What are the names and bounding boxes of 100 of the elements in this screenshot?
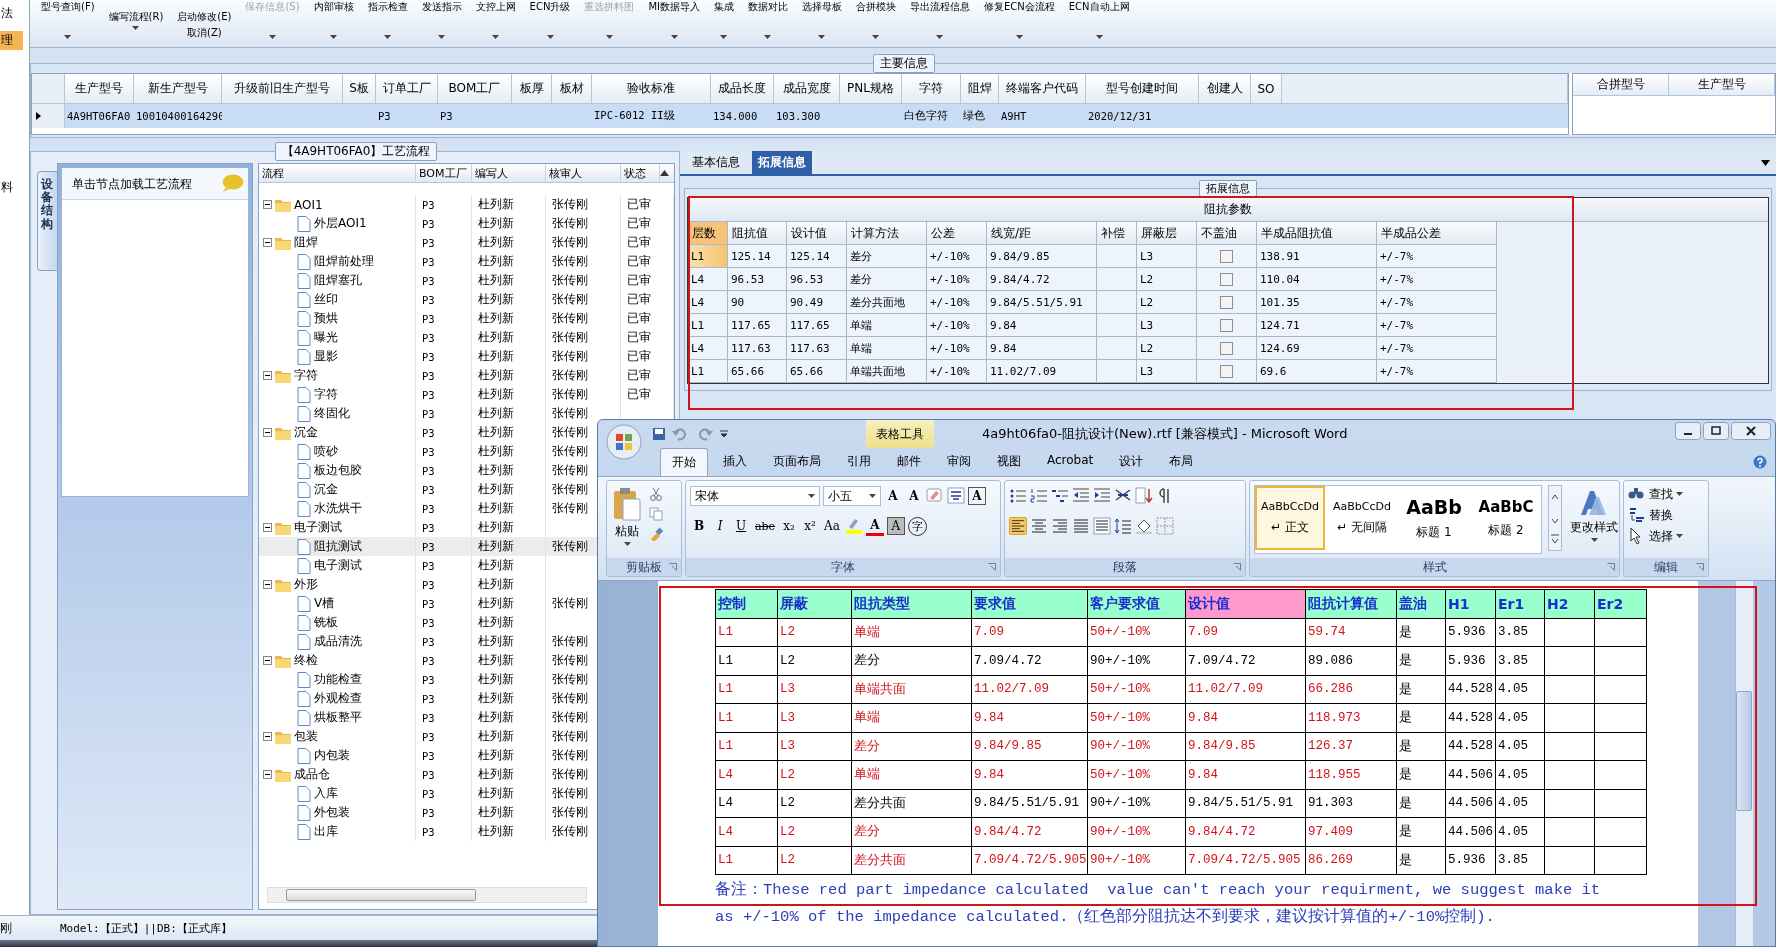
checkbox[interactable] xyxy=(1220,364,1233,378)
tab[interactable]: 拓展信息 xyxy=(752,151,812,174)
ribbon-tab[interactable]: 视图 xyxy=(986,448,1032,476)
superscript-button[interactable]: x² xyxy=(801,516,820,536)
toolbar-button[interactable]: 数据对比 xyxy=(747,0,788,14)
dropdown-arrow-icon[interactable] xyxy=(384,35,392,39)
justify-icon[interactable] xyxy=(1072,517,1090,535)
sidebar-item[interactable]: 理 xyxy=(0,31,23,50)
dropdown-arrow-icon[interactable] xyxy=(546,35,554,39)
ribbon-tab[interactable]: 设计 xyxy=(1108,448,1155,476)
tab[interactable]: 基本信息 xyxy=(686,151,746,174)
column-header[interactable]: 补偿 xyxy=(1097,222,1137,245)
phonetic-guide-icon[interactable] xyxy=(947,487,965,505)
toolbar-button[interactable]: 指示检查 xyxy=(367,0,408,14)
tree-node-label[interactable]: 内包装 xyxy=(314,747,350,764)
tree-node-label[interactable]: 外形 xyxy=(294,576,318,593)
dialog-launcher-icon[interactable] xyxy=(669,563,677,571)
help-icon[interactable] xyxy=(1753,455,1767,469)
column-header[interactable]: SO xyxy=(1251,74,1282,104)
tree-node-label[interactable]: AOI1 xyxy=(294,197,323,212)
toolbar-button[interactable]: MI数据导入 xyxy=(648,0,700,14)
checkbox[interactable] xyxy=(1220,272,1233,286)
tree-node-label[interactable]: 出库 xyxy=(314,823,338,840)
increase-indent-icon[interactable] xyxy=(1093,487,1111,505)
character-border-button[interactable]: A xyxy=(968,487,986,505)
toolbar-button[interactable]: 型号查询(F) xyxy=(41,0,95,14)
column-header[interactable]: 设计值 xyxy=(787,222,847,245)
dropdown-arrow-icon[interactable] xyxy=(1095,35,1103,39)
minimize-icon[interactable] xyxy=(1675,422,1701,440)
dropdown-arrow-icon[interactable] xyxy=(872,35,880,39)
customize-icon[interactable] xyxy=(720,430,728,438)
toolbar-button[interactable]: 编写流程(R) xyxy=(108,10,164,24)
column-header[interactable]: BOM工厂 xyxy=(416,164,472,182)
underline-button[interactable]: U xyxy=(732,516,750,536)
tree-node-label[interactable]: 铣板 xyxy=(314,614,338,631)
toolbar-button[interactable]: 内部审核 xyxy=(313,0,354,14)
bullet-list-icon[interactable] xyxy=(1009,487,1027,505)
ribbon-tab[interactable]: Acrobat xyxy=(1036,448,1105,476)
toolbar-button[interactable]: ECN升级 xyxy=(529,0,571,14)
align-center-icon[interactable] xyxy=(1030,517,1048,535)
column-header[interactable]: 流程 xyxy=(259,164,416,182)
tree-node-label[interactable]: 丝印 xyxy=(314,291,338,308)
tree-node-label[interactable]: 成品清洗 xyxy=(314,633,362,650)
sort-icon[interactable] xyxy=(1135,487,1153,505)
column-header[interactable]: 层数 xyxy=(688,222,728,245)
tree-node-label[interactable]: 显影 xyxy=(314,348,338,365)
tree-node-label[interactable]: 外层AOI1 xyxy=(314,215,367,232)
column-header[interactable]: 升级前旧生产型号 xyxy=(222,74,343,104)
close-icon[interactable] xyxy=(1731,422,1771,440)
dialog-launcher-icon[interactable] xyxy=(1696,563,1704,571)
tree-node-label[interactable]: 外包装 xyxy=(314,804,350,821)
column-header[interactable]: 核审人 xyxy=(546,164,621,182)
column-header[interactable]: 验收标准 xyxy=(592,74,711,104)
ribbon-tab[interactable]: 邮件 xyxy=(886,448,932,476)
checkbox[interactable] xyxy=(1220,341,1233,355)
find-button[interactable]: 查找 xyxy=(1628,485,1683,503)
cut-icon[interactable] xyxy=(649,487,663,501)
style-gallery-item[interactable]: AaBbCcDd ↵ 正文 xyxy=(1255,486,1325,550)
replace-icon[interactable] xyxy=(1628,506,1646,524)
format-painter-icon[interactable] xyxy=(649,527,663,541)
align-right-icon[interactable] xyxy=(1051,517,1069,535)
dropdown-arrow-icon[interactable] xyxy=(936,35,944,39)
dropdown-arrow-icon[interactable] xyxy=(64,35,72,39)
tree-node-label[interactable]: 水洗烘干 xyxy=(314,500,362,517)
tree-node-label[interactable]: 电子测试 xyxy=(294,519,342,536)
column-header[interactable]: 终端客户代码 xyxy=(999,74,1086,104)
toolbar-button[interactable]: 启动修改(E) xyxy=(177,10,232,24)
style-gallery-item[interactable]: AaBbC 标题 2 xyxy=(1471,486,1541,550)
collapse-icon[interactable] xyxy=(263,656,272,665)
tree-node-label[interactable]: 外观检查 xyxy=(314,690,362,707)
row-header[interactable] xyxy=(32,104,65,128)
dropdown-arrow-icon[interactable] xyxy=(132,26,140,30)
paste-button[interactable]: 粘贴 xyxy=(611,485,643,554)
column-header[interactable]: 合拼型号 xyxy=(1573,74,1669,96)
tree-node-label[interactable]: 沉金 xyxy=(294,424,318,441)
column-header[interactable]: 成品长度 xyxy=(711,74,774,104)
column-header[interactable]: 状态 xyxy=(621,164,660,182)
column-header[interactable]: 线宽/距 xyxy=(987,222,1097,245)
column-header[interactable]: 型号创建时间 xyxy=(1086,74,1199,104)
toolbar-button[interactable]: 选择母板 xyxy=(801,0,842,14)
tree-node-label[interactable]: 电子测试 xyxy=(314,557,362,574)
ribbon-tab[interactable]: 开始 xyxy=(660,448,708,476)
collapse-icon[interactable] xyxy=(263,238,272,247)
grow-font-button[interactable]: A xyxy=(884,486,902,506)
style-gallery-item[interactable]: AaBb 标题 1 xyxy=(1399,486,1469,550)
align-left-icon[interactable] xyxy=(1009,517,1027,535)
tree-node-label[interactable]: 曝光 xyxy=(314,329,338,346)
sidebar-item[interactable]: 法 xyxy=(0,4,23,23)
tree-node-label[interactable]: 烘板整平 xyxy=(314,709,362,726)
collapse-icon[interactable] xyxy=(263,732,272,741)
toolbar-button[interactable]: 修复ECN会流程 xyxy=(983,0,1055,14)
column-header[interactable]: 字符 xyxy=(902,74,961,104)
column-header[interactable]: 编写人 xyxy=(472,164,546,182)
ribbon-tab[interactable]: 审阅 xyxy=(936,448,982,476)
dropdown-arrow-icon[interactable] xyxy=(330,35,338,39)
toolbar-button[interactable]: 取消(Z) xyxy=(187,26,222,40)
replace-button[interactable]: 替换 xyxy=(1628,506,1683,524)
column-header[interactable]: 阻抗值 xyxy=(728,222,787,245)
column-header[interactable]: 不盖油 xyxy=(1197,222,1257,245)
dropdown-arrow-icon[interactable] xyxy=(492,35,500,39)
